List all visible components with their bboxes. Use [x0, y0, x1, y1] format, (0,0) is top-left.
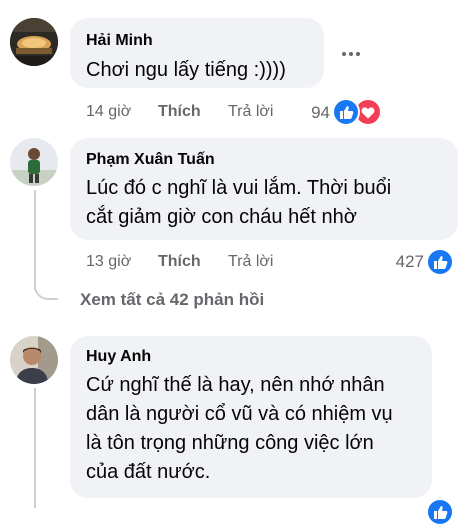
avatar-image — [10, 18, 58, 66]
like-icon — [332, 98, 360, 126]
reply-link-2[interactable]: Trả lời — [228, 253, 273, 271]
comment-time-1[interactable]: 14 giờ — [86, 103, 131, 121]
avatar-image — [10, 336, 58, 384]
avatar-hai-minh[interactable] — [10, 18, 58, 66]
like-icon — [426, 248, 454, 276]
view-all-replies-link[interactable]: Xem tất cả 42 phản hồi — [80, 290, 264, 310]
comment-text-2-line-2: cắt giảm giờ con cháu hết nhờ — [86, 206, 357, 228]
more-options-icon[interactable] — [338, 42, 364, 62]
comment-text-3-line-2: dân là người cổ vũ và có nhiệm vụ — [86, 403, 393, 425]
thread-line-3 — [34, 388, 36, 508]
like-icon — [426, 498, 454, 526]
comment-text-3-line-3: là tôn trọng những công việc lớn — [86, 432, 374, 454]
comment-time-2[interactable]: 13 giờ — [86, 253, 131, 271]
comment-text-3-line-4: của đất nước. — [86, 461, 211, 483]
like-link-1[interactable]: Thích — [158, 103, 201, 121]
avatar-image — [10, 138, 58, 186]
thread-line-2 — [34, 190, 36, 290]
reply-link-1[interactable]: Trả lời — [228, 103, 273, 121]
comment-text-3-line-1: Cứ nghĩ thế là hay, nên nhớ nhân — [86, 374, 385, 396]
avatar-pham-xuan-tuan[interactable] — [10, 138, 58, 186]
comment-text-2-line-1: Lúc đó c nghĩ là vui lắm. Thời buổi — [86, 177, 392, 199]
comment-author-2[interactable]: Phạm Xuân Tuấn — [86, 151, 215, 169]
reaction-count-1[interactable]: 94 — [296, 103, 330, 123]
like-link-2[interactable]: Thích — [158, 253, 201, 271]
comment-author-1[interactable]: Hải Minh — [86, 32, 153, 50]
thread-curve-2 — [34, 276, 58, 300]
avatar-huy-anh[interactable] — [10, 336, 58, 384]
comment-author-3[interactable]: Huy Anh — [86, 348, 151, 366]
reaction-count-2[interactable]: 427 — [380, 252, 424, 272]
comment-text-1: Chơi ngu lấy tiếng :)))) — [86, 59, 286, 81]
